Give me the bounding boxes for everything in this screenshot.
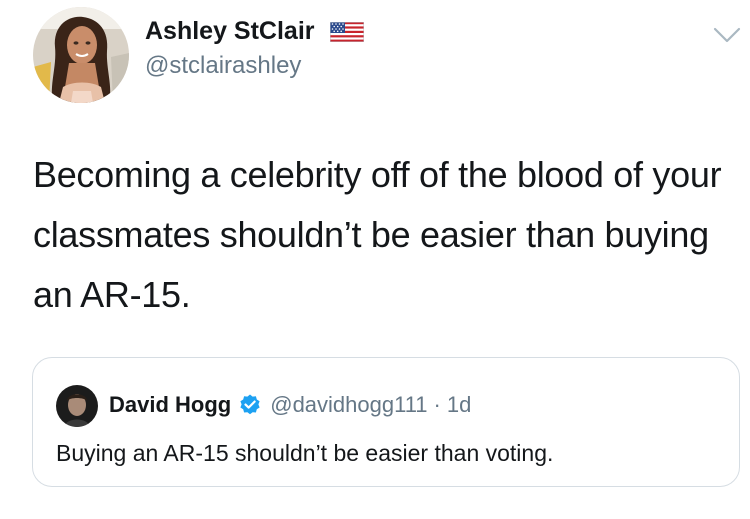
- chevron-down-icon[interactable]: [713, 26, 741, 44]
- quoted-tweet-header: David Hogg @davidhogg111 · 1d: [109, 389, 471, 421]
- author-avatar[interactable]: [33, 7, 129, 103]
- author-avatar-image: [33, 7, 129, 103]
- tweet-card: Ashley StClair @stclairashley Becoming a…: [0, 0, 750, 519]
- quoted-author-avatar[interactable]: [56, 385, 98, 427]
- tweet-text: Becoming a celebrity off of the blood of…: [33, 154, 722, 315]
- quoted-tweet[interactable]: David Hogg @davidhogg111 · 1d Buying an …: [32, 357, 740, 487]
- quoted-author-name[interactable]: David Hogg: [109, 392, 231, 418]
- quoted-tweet-timestamp[interactable]: 1d: [447, 392, 471, 418]
- quoted-author-handle[interactable]: @davidhogg111: [270, 392, 427, 418]
- verified-badge-icon: [240, 394, 260, 415]
- us-flag-icon: [330, 22, 364, 42]
- quoted-author-avatar-image: [56, 385, 98, 427]
- author-handle[interactable]: @stclairashley: [145, 51, 301, 81]
- quoted-tweet-text: Buying an AR-15 shouldn’t be easier than…: [56, 440, 554, 466]
- author-display-name[interactable]: Ashley StClair: [145, 15, 315, 47]
- separator-dot: ·: [433, 392, 441, 417]
